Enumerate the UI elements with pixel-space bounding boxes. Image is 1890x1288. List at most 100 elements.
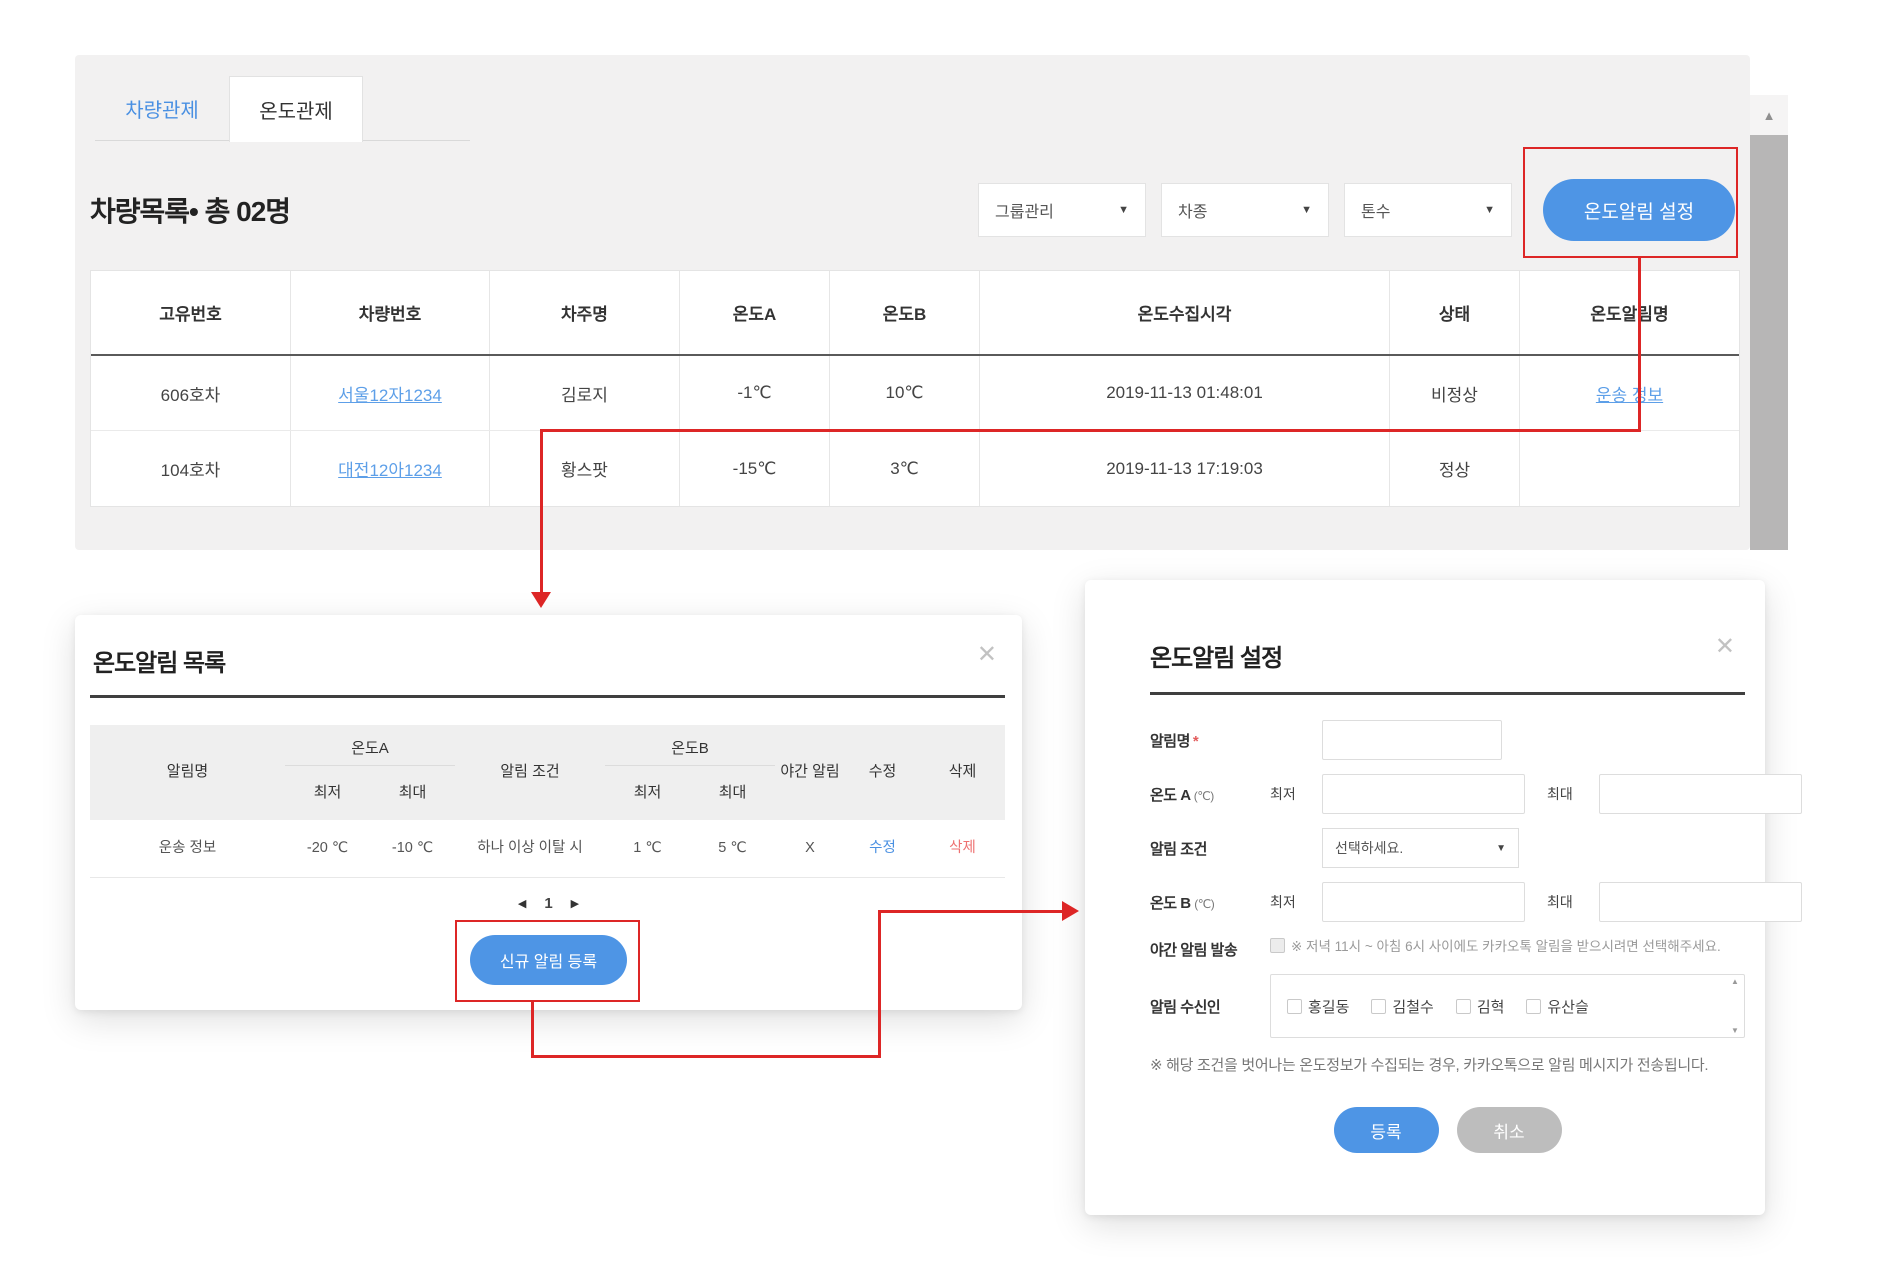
recipient-option[interactable]: 김철수 <box>1371 996 1433 1017</box>
col-night-alert: 야간 알림 <box>780 725 840 820</box>
scroll-up-icon[interactable]: ▲ <box>1750 95 1788 135</box>
vertical-scrollbar[interactable]: ▲ <box>1750 95 1788 550</box>
alert-name-link[interactable]: 운송 정보 <box>1596 381 1663 406</box>
scrollbar-thumb[interactable] <box>1750 135 1788 550</box>
cell-temp-b: 3℃ <box>830 431 980 506</box>
submit-button[interactable]: 등록 <box>1334 1107 1439 1153</box>
modal-title: 온도알림 설정 <box>1150 638 1282 673</box>
temp-a-label: 온도 A (℃) <box>1150 784 1270 805</box>
temp-a-row: 온도 A (℃) 최저 최대 <box>1150 774 1745 814</box>
cell-b-max: 5 ℃ <box>690 820 775 877</box>
modal-buttons: 등록 취소 <box>1150 1107 1745 1153</box>
min-label: 최저 <box>1270 892 1322 912</box>
arrow-line <box>878 910 1063 913</box>
col-delete: 삭제 <box>920 725 1005 820</box>
vehicle-type-filter-select[interactable]: 차종 ▼ <box>1161 183 1329 237</box>
recipients-listbox: 홍길동 김철수 김혁 유산슬 ▲ ▼ <box>1270 974 1745 1038</box>
max-label: 최대 <box>1547 784 1599 804</box>
alert-settings-form: 알림명* 온도 A (℃) 최저 최대 알림 조건 선택하세요. ▼ <box>1150 720 1745 1153</box>
night-alert-label: 야간 알림 발송 <box>1150 936 1270 960</box>
cell-temp-a: -15℃ <box>680 431 830 506</box>
cell-owner: 김로지 <box>490 356 680 430</box>
cell-temp-a: -1℃ <box>680 356 830 430</box>
cell-alert-name: 운송 정보 <box>90 820 285 877</box>
temp-b-min-input[interactable] <box>1322 882 1525 922</box>
cell-collected-at: 2019-11-13 01:48:01 <box>980 356 1390 430</box>
temp-b-row: 온도 B (℃) 최저 최대 <box>1150 882 1745 922</box>
recipient-option[interactable]: 김혁 <box>1456 996 1505 1017</box>
arrow-head-right-icon <box>1062 901 1079 921</box>
arrow-head-down-icon <box>531 592 551 608</box>
temp-b-label: 온도 B (℃) <box>1150 892 1270 913</box>
arrow-line <box>1638 258 1641 432</box>
next-page-icon[interactable]: ▶ <box>571 897 579 910</box>
cell-a-max: -10 ℃ <box>370 820 455 877</box>
temp-a-min-input[interactable] <box>1322 774 1525 814</box>
close-icon[interactable]: ✕ <box>977 643 997 667</box>
tonnage-filter-select[interactable]: 톤수 ▼ <box>1344 183 1512 237</box>
scroll-down-icon[interactable]: ▼ <box>1731 1026 1739 1035</box>
status-badge: 정상 <box>1390 431 1520 506</box>
night-alert-checkbox[interactable] <box>1270 938 1285 953</box>
page-title: 차량목록• 총 02명 <box>90 190 290 230</box>
delete-link[interactable]: 삭제 <box>949 839 976 858</box>
edit-link[interactable]: 수정 <box>869 839 896 858</box>
recipient-checkbox[interactable] <box>1526 999 1541 1014</box>
col-temp-a-min: 최저 <box>285 766 370 820</box>
alert-table-header: 알림명 온도A 최저 최대 알림 조건 온도B 최저 최대 야간 알림 수정 삭… <box>90 725 1005 820</box>
page-number[interactable]: 1 <box>544 895 552 912</box>
group-filter-label: 그룹관리 <box>995 198 1054 222</box>
temperature-alert-settings-modal: 온도알림 설정 ✕ 알림명* 온도 A (℃) 최저 최대 알림 조건 <box>1085 580 1765 1215</box>
listbox-scrollbar[interactable]: ▲ ▼ <box>1728 977 1742 1035</box>
tab-temperature-control[interactable]: 온도관제 <box>229 76 363 142</box>
cell-alert-name <box>1520 431 1739 506</box>
cell-night-alert: X <box>775 820 845 877</box>
col-temp-a-max: 최대 <box>370 766 455 820</box>
col-temp-a: 온도A <box>680 271 830 354</box>
cell-collected-at: 2019-11-13 17:19:03 <box>980 431 1390 506</box>
condition-select-value: 선택하세요. <box>1335 838 1403 858</box>
recipient-option[interactable]: 홍길동 <box>1287 996 1349 1017</box>
vehicle-no-link[interactable]: 대전12아1234 <box>338 456 442 481</box>
arrow-line <box>531 1055 881 1058</box>
temp-b-max-input[interactable] <box>1599 882 1802 922</box>
arrow-line <box>531 1002 534 1058</box>
cell-temp-b: 10℃ <box>830 356 980 430</box>
title-divider <box>90 695 1005 698</box>
arrow-line <box>878 910 881 1058</box>
recipient-checkbox[interactable] <box>1456 999 1471 1014</box>
highlight-settings-button <box>1523 147 1738 258</box>
chevron-down-icon: ▼ <box>1301 204 1312 216</box>
col-temp-b-group: 온도B 최저 최대 <box>605 725 775 820</box>
cell-b-min: 1 ℃ <box>605 820 690 877</box>
cell-condition: 하나 이상 이탈 시 <box>455 820 605 877</box>
close-icon[interactable]: ✕ <box>1715 635 1735 659</box>
chevron-down-icon: ▼ <box>1118 204 1129 216</box>
prev-page-icon[interactable]: ◀ <box>518 897 526 910</box>
col-collected-at: 온도수집시각 <box>980 271 1390 354</box>
cancel-button[interactable]: 취소 <box>1457 1107 1562 1153</box>
chevron-down-icon: ▼ <box>1496 843 1506 854</box>
cell-unique-no: 606호차 <box>91 356 291 430</box>
recipient-checkbox[interactable] <box>1371 999 1386 1014</box>
new-alert-register-button[interactable]: 신규 알림 등록 <box>470 935 627 985</box>
tonnage-filter-label: 톤수 <box>1361 198 1390 222</box>
condition-label: 알림 조건 <box>1150 838 1270 859</box>
temp-a-max-input[interactable] <box>1599 774 1802 814</box>
col-temp-a: 온도A <box>285 725 455 765</box>
vehicle-no-link[interactable]: 서울12자1234 <box>338 381 442 406</box>
condition-row: 알림 조건 선택하세요. ▼ <box>1150 828 1745 868</box>
alert-name-input[interactable] <box>1322 720 1502 760</box>
recipient-checkbox[interactable] <box>1287 999 1302 1014</box>
group-filter-select[interactable]: 그룹관리 ▼ <box>978 183 1146 237</box>
arrow-line <box>540 429 543 592</box>
tab-vehicle-control[interactable]: 차량관제 <box>95 75 229 141</box>
col-temp-b-min: 최저 <box>605 766 690 820</box>
max-label: 최대 <box>1547 892 1599 912</box>
recipient-option[interactable]: 유산슬 <box>1526 996 1588 1017</box>
col-temp-b: 온도B <box>830 271 980 354</box>
scroll-up-icon[interactable]: ▲ <box>1731 977 1739 986</box>
col-temp-b-max: 최대 <box>690 766 775 820</box>
condition-select[interactable]: 선택하세요. ▼ <box>1322 828 1519 868</box>
col-temp-a-group: 온도A 최저 최대 <box>285 725 455 820</box>
